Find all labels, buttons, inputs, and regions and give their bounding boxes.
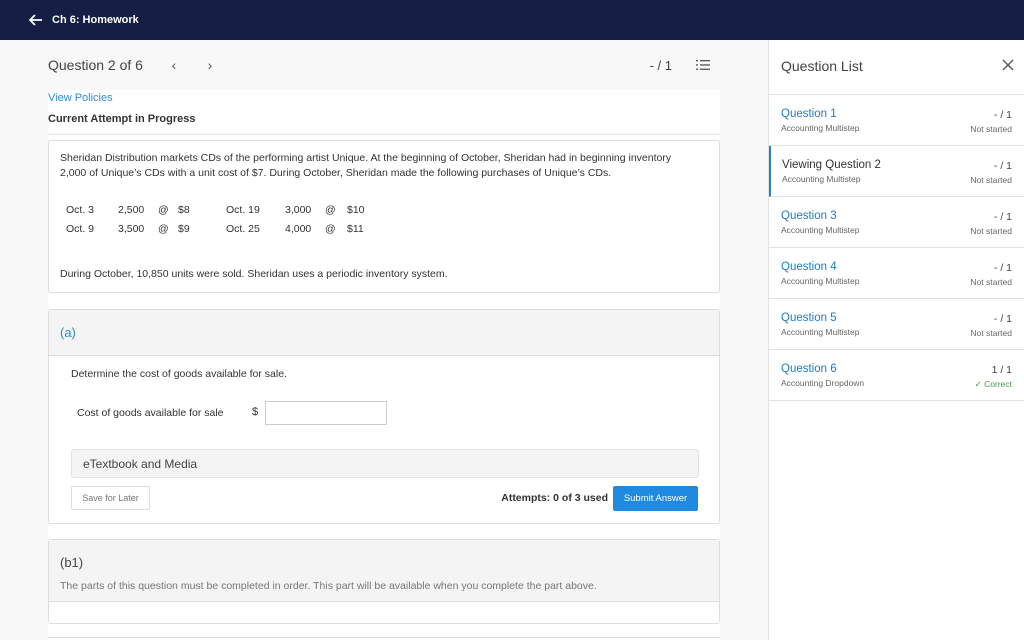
question-list-item-2[interactable]: Viewing Question 2 Accounting Multistep … (769, 146, 1024, 197)
part-b1-header: (b1) The parts of this question must be … (49, 540, 719, 602)
part-a-card: (a) Determine the cost of goods availabl… (48, 309, 720, 524)
next-question-button[interactable]: › (205, 57, 215, 73)
question-name: Viewing Question 2 (782, 159, 881, 171)
cogs-answer-input[interactable] (265, 401, 387, 425)
question-status: Not started (970, 226, 1012, 236)
close-icon[interactable] (1002, 58, 1014, 76)
question-type: Accounting Multistep (781, 327, 860, 337)
question-status: Not started (970, 175, 1012, 185)
save-for-later-button[interactable]: Save for Later (71, 486, 150, 510)
question-score: - / 1 (649, 57, 672, 73)
purchase-date: Oct. 9 (66, 222, 95, 235)
part-a-prompt: Determine the cost of goods available fo… (71, 368, 287, 380)
purchase-price: $8 (178, 203, 190, 216)
question-content: View Policies Current Attempt in Progres… (48, 90, 720, 640)
divider (48, 637, 720, 638)
question-list-item-1[interactable]: Question 1 Accounting Multistep - / 1 No… (769, 95, 1024, 146)
problem-intro: Sheridan Distribution markets CDs of the… (60, 152, 672, 179)
cogs-field-label: Cost of goods available for sale (77, 407, 224, 419)
part-b1-card: (b1) The parts of this question must be … (48, 539, 720, 624)
at-sign: @ (325, 203, 336, 216)
attempts-counter: Attempts: 0 of 3 used (501, 492, 608, 504)
question-points: - / 1 (993, 160, 1012, 172)
sidebar-header: Question List (769, 40, 1024, 95)
purchase-qty: 3,500 (118, 222, 145, 235)
problem-statement: Sheridan Distribution markets CDs of the… (48, 140, 720, 293)
part-a-label: (a) (60, 325, 76, 340)
prev-question-button[interactable]: ‹ (169, 57, 179, 73)
purchase-date: Oct. 25 (226, 222, 260, 235)
divider (48, 134, 720, 135)
top-bar: Ch 6: Homework (0, 0, 1024, 40)
purchase-qty: 2,500 (118, 203, 145, 216)
question-list-item-4[interactable]: Question 4 Accounting Multistep - / 1 No… (769, 248, 1024, 299)
question-status-correct: ✓ Correct (974, 379, 1012, 389)
at-sign: @ (158, 203, 169, 216)
at-sign: @ (158, 222, 169, 235)
etextbook-media-button[interactable]: eTextbook and Media (71, 449, 699, 478)
attempt-status: Current Attempt in Progress (48, 113, 196, 125)
currency-symbol: $ (252, 406, 259, 418)
question-list-item-5[interactable]: Question 5 Accounting Multistep - / 1 No… (769, 299, 1024, 350)
question-name: Question 3 (781, 210, 837, 222)
question-status: Not started (970, 124, 1012, 134)
question-name: Question 6 (781, 363, 837, 375)
question-points: 1 / 1 (991, 364, 1012, 376)
question-status: Not started (970, 277, 1012, 287)
purchase-qty: 4,000 (285, 222, 312, 235)
question-status: Not started (970, 328, 1012, 338)
purchase-price: $9 (178, 222, 190, 235)
main-panel: Question 2 of 6 ‹ › - / 1 View Policies … (0, 40, 768, 640)
question-points: - / 1 (993, 262, 1012, 274)
at-sign: @ (325, 222, 336, 235)
purchases-table: Oct. 3 2,500 @ $8 Oct. 19 3,000 @ $10 Oc… (66, 200, 365, 238)
sidebar-title: Question List (781, 58, 863, 74)
purchase-row: Oct. 3 2,500 @ $8 Oct. 19 3,000 @ $10 (66, 200, 365, 219)
problem-closing: During October, 10,850 units were sold. … (60, 268, 448, 280)
question-points: - / 1 (993, 313, 1012, 325)
purchase-price: $11 (347, 222, 364, 235)
question-type: Accounting Multistep (781, 276, 860, 286)
question-list-item-3[interactable]: Question 3 Accounting Multistep - / 1 No… (769, 197, 1024, 248)
question-points: - / 1 (993, 211, 1012, 223)
question-title: Question 2 of 6 (48, 57, 143, 73)
purchase-date: Oct. 3 (66, 203, 95, 216)
view-policies-link[interactable]: View Policies (48, 92, 113, 104)
purchase-qty: 3,000 (285, 203, 312, 216)
question-name: Question 5 (781, 312, 837, 324)
submit-answer-button[interactable]: Submit Answer (613, 486, 698, 511)
purchase-row: Oct. 9 3,500 @ $9 Oct. 25 4,000 @ $11 (66, 219, 365, 238)
purchase-date: Oct. 19 (226, 203, 260, 216)
question-type: Accounting Dropdown (781, 378, 865, 388)
question-name: Question 1 (781, 108, 837, 120)
question-type: Accounting Multistep (781, 225, 860, 235)
question-type: Accounting Multistep (782, 174, 861, 184)
question-type: Accounting Multistep (781, 123, 860, 133)
assignment-title: Ch 6: Homework (52, 14, 139, 26)
question-list-item-6[interactable]: Question 6 Accounting Dropdown 1 / 1 ✓ C… (769, 350, 1024, 401)
question-name: Question 4 (781, 261, 837, 273)
part-b1-label: (b1) (60, 555, 84, 570)
part-b1-locked-note: The parts of this question must be compl… (60, 580, 597, 592)
question-points: - / 1 (993, 109, 1012, 121)
question-header: Question 2 of 6 ‹ › - / 1 (48, 40, 720, 90)
part-a-header: (a) (49, 310, 719, 356)
arrow-left-icon[interactable] (26, 10, 46, 30)
question-list-sidebar: Question List Question 1 Accounting Mult… (768, 40, 1024, 640)
purchase-price: $10 (347, 203, 365, 216)
question-list-icon[interactable] (696, 58, 710, 76)
